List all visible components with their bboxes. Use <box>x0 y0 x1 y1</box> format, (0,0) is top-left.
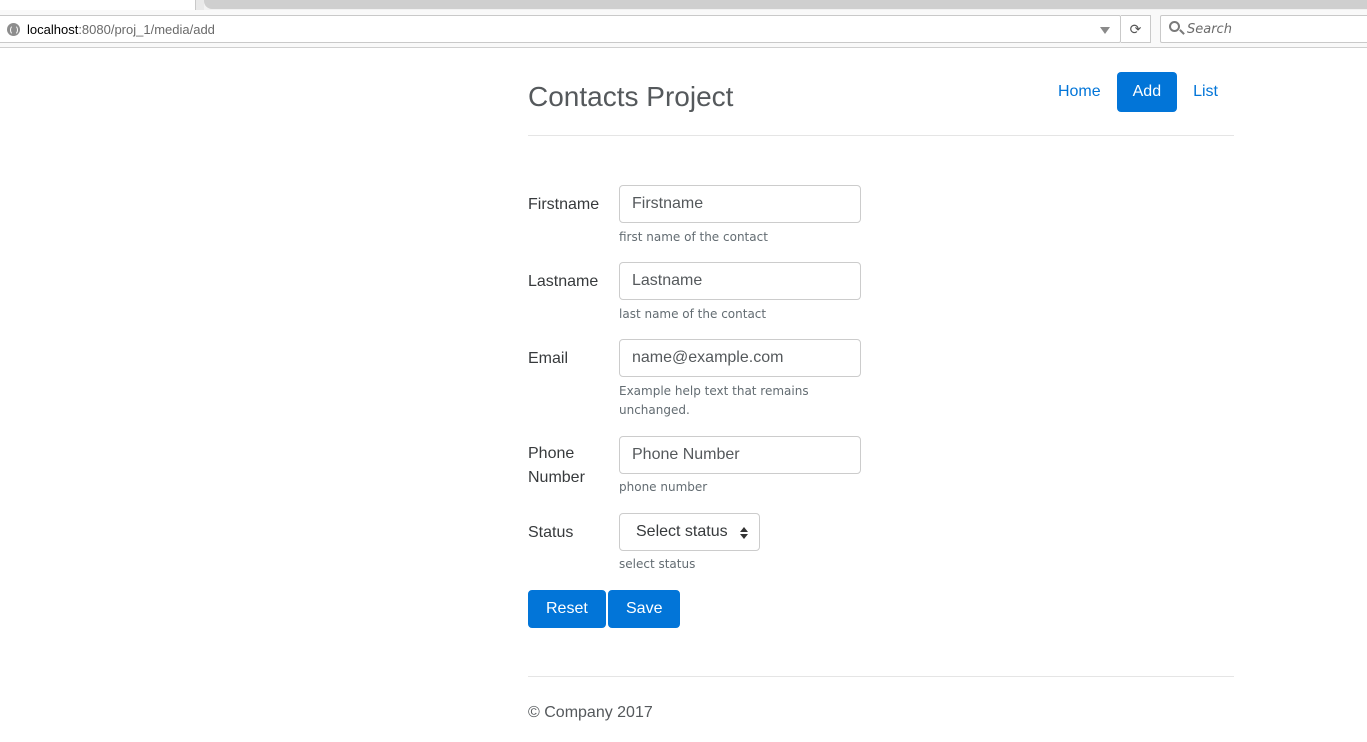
main-nav: Home Add List <box>1042 72 1234 112</box>
firstname-input[interactable] <box>619 185 861 223</box>
browser-search-bar[interactable] <box>1160 15 1367 43</box>
active-browser-tab[interactable] <box>0 0 196 10</box>
email-help: Example help text that remains unchanged… <box>619 384 809 417</box>
reload-button[interactable]: ⟳ <box>1121 15 1151 43</box>
nav-link-list[interactable]: List <box>1177 72 1234 112</box>
phone-input[interactable] <box>619 436 861 474</box>
firstname-label: Firstname <box>528 196 600 213</box>
reload-icon: ⟳ <box>1129 21 1142 37</box>
address-bar-url[interactable]: localhost:8080/proj_1/media/add <box>27 22 215 37</box>
browser-search-input[interactable] <box>1187 20 1367 38</box>
tab-separator <box>196 0 204 10</box>
site-info-globe-icon[interactable] <box>7 23 20 36</box>
tab-strip-background <box>204 0 1367 9</box>
url-host: localhost <box>27 22 79 37</box>
phone-label: Phone Number <box>528 442 608 490</box>
footer-divider <box>528 676 1234 677</box>
email-input[interactable] <box>619 339 861 377</box>
lastname-input[interactable] <box>619 262 861 300</box>
firstname-help: first name of the contact <box>619 230 768 244</box>
header-divider <box>528 135 1234 136</box>
status-help: select status <box>619 557 696 571</box>
email-label: Email <box>528 350 569 367</box>
reset-button[interactable]: Reset <box>528 590 606 628</box>
tab-strip <box>0 0 1367 10</box>
address-bar[interactable]: localhost:8080/proj_1/media/add <box>0 15 1121 43</box>
phone-label-line2: Number <box>528 469 585 486</box>
page-container: Contacts Project Home Add List Firstname… <box>528 48 1234 742</box>
url-history-dropdown-icon[interactable] <box>1100 27 1110 34</box>
status-label: Status <box>528 524 574 541</box>
status-selected-value: Select status <box>636 523 728 540</box>
search-icon <box>1169 21 1180 32</box>
lastname-help: last name of the contact <box>619 307 767 321</box>
url-path: :8080/proj_1/media/add <box>78 22 215 37</box>
phone-help: phone number <box>619 480 708 494</box>
select-arrows-icon <box>740 526 748 540</box>
footer-copyright: © Company 2017 <box>528 704 653 721</box>
status-select[interactable]: Select status <box>619 513 760 551</box>
nav-link-add[interactable]: Add <box>1116 72 1178 112</box>
nav-link-home[interactable]: Home <box>1042 72 1117 112</box>
site-title: Contacts Project <box>528 81 734 112</box>
phone-label-line1: Phone <box>528 445 575 462</box>
browser-toolbar: localhost:8080/proj_1/media/add ⟳ <box>0 10 1367 48</box>
lastname-label: Lastname <box>528 273 599 290</box>
save-button[interactable]: Save <box>608 590 681 628</box>
